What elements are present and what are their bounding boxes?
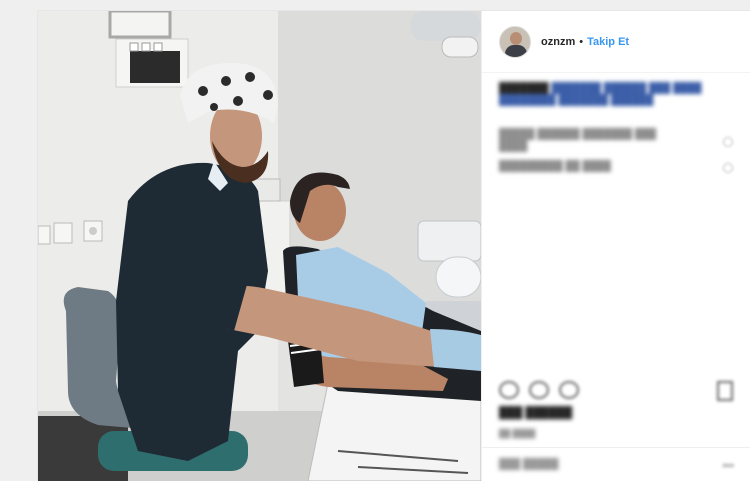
comment-like-icon[interactable] bbox=[723, 163, 733, 173]
bookmark-icon[interactable] bbox=[717, 381, 733, 401]
add-comment-input-blurred[interactable]: ███ █████ bbox=[499, 459, 558, 470]
post-actions bbox=[499, 381, 579, 399]
comment-blurred: █████████ ██ ████ bbox=[499, 161, 611, 172]
follow-button[interactable]: Takip Et bbox=[587, 36, 629, 48]
instagram-post-modal: oznzm • Takip Et ███████ ███████ ██████ … bbox=[37, 10, 750, 481]
post-side-panel: oznzm • Takip Et ███████ ███████ ██████ … bbox=[481, 11, 750, 481]
more-icon[interactable]: ••• bbox=[722, 460, 734, 472]
post-photo bbox=[38, 11, 481, 481]
caption-blurred: ███████ ███████ ██████ ███ ████ ████████… bbox=[499, 83, 702, 106]
heart-icon[interactable] bbox=[499, 381, 519, 399]
post-date-blurred: ██ ████ bbox=[499, 429, 536, 438]
post-header: oznzm • Takip Et bbox=[482, 11, 750, 73]
comment-icon[interactable] bbox=[529, 381, 549, 399]
likes-count-blurred: ███ ██████ bbox=[499, 407, 573, 419]
share-icon[interactable] bbox=[559, 381, 579, 399]
comment-blurred: █████ ██████ ███████ ███ ████ bbox=[499, 129, 657, 152]
separator-dot: • bbox=[579, 35, 584, 48]
username-link[interactable]: oznzm bbox=[541, 36, 575, 48]
dental-clinic-photo bbox=[38, 11, 481, 481]
avatar-body bbox=[505, 44, 527, 57]
avatar-face bbox=[510, 31, 522, 45]
avatar[interactable] bbox=[499, 25, 531, 58]
page-background: oznzm • Takip Et ███████ ███████ ██████ … bbox=[0, 0, 750, 481]
comment-like-icon[interactable] bbox=[723, 137, 733, 147]
add-comment-bar[interactable]: ███ █████ ••• bbox=[482, 447, 750, 481]
